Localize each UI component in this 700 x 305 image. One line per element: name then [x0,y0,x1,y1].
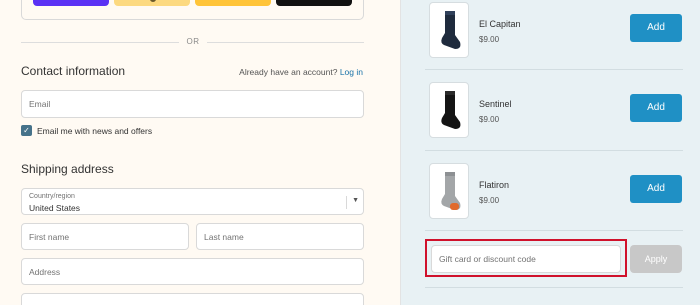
divider-line [207,42,364,43]
product-price: $9.00 [479,115,500,124]
country-value: United States [29,203,81,213]
product-name: Flatiron [479,180,510,190]
newsletter-checkbox[interactable]: ✓ [21,125,32,136]
add-product-button[interactable]: Add [630,14,682,42]
address-field[interactable]: Address [21,258,364,285]
divider-line [21,42,179,43]
product-thumbnail [429,163,469,219]
checkout-main-panel: OR Contact information Already have an a… [0,0,401,305]
divider-line [425,287,683,288]
sock-icon [441,91,461,129]
email-field[interactable]: Email [21,90,364,118]
shipping-address-title: Shipping address [21,162,114,176]
country-label: Country/region [29,193,75,200]
divider-line [425,230,683,231]
newsletter-label: Email me with news and offers [37,126,153,136]
first-name-field[interactable]: First name [21,223,189,250]
product-name: El Capitan [479,19,521,29]
account-prompt-text: Already have an account? [239,67,338,77]
product-item: Flatiron $9.00 Add [401,161,700,221]
product-item: Sentinel $9.00 Add [401,80,700,140]
contact-information-title: Contact information [21,64,126,78]
last-name-placeholder: Last name [204,231,244,242]
add-product-button[interactable]: Add [630,94,682,122]
sock-icon [441,172,461,210]
shop-pay-button[interactable] [33,0,109,6]
chevron-down-icon: ▼ [352,197,359,204]
product-thumbnail [429,82,469,138]
divider-line [425,69,683,70]
login-link[interactable]: Log in [340,67,363,77]
country-select[interactable]: Country/region United States ▼ [21,188,364,215]
google-pay-button[interactable] [276,0,352,6]
product-item: El Capitan $9.00 Add [401,0,700,60]
apply-discount-button[interactable]: Apply [630,245,682,273]
first-name-placeholder: First name [29,231,70,242]
discount-placeholder: Gift card or discount code [439,254,536,264]
product-thumbnail [429,2,469,58]
amazon-pay-icon [150,0,156,2]
address-placeholder: Address [29,266,61,277]
apartment-field[interactable] [21,293,364,305]
select-separator [346,196,347,209]
account-prompt: Already have an account? Log in [239,67,363,77]
or-divider: OR [21,37,364,47]
divider-line [425,150,683,151]
email-placeholder: Email [29,99,51,109]
order-summary-panel: El Capitan $9.00 Add Sentinel $9.00 Add … [401,0,700,305]
amazon-pay-button[interactable] [114,0,190,6]
product-price: $9.00 [479,196,500,205]
product-name: Sentinel [479,99,512,109]
or-label: OR [186,37,200,46]
sock-icon [441,11,461,49]
discount-code-field[interactable]: Gift card or discount code [431,245,621,273]
product-price: $9.00 [479,35,500,44]
add-product-button[interactable]: Add [630,175,682,203]
paypal-button[interactable] [195,0,271,6]
last-name-field[interactable]: Last name [196,223,364,250]
